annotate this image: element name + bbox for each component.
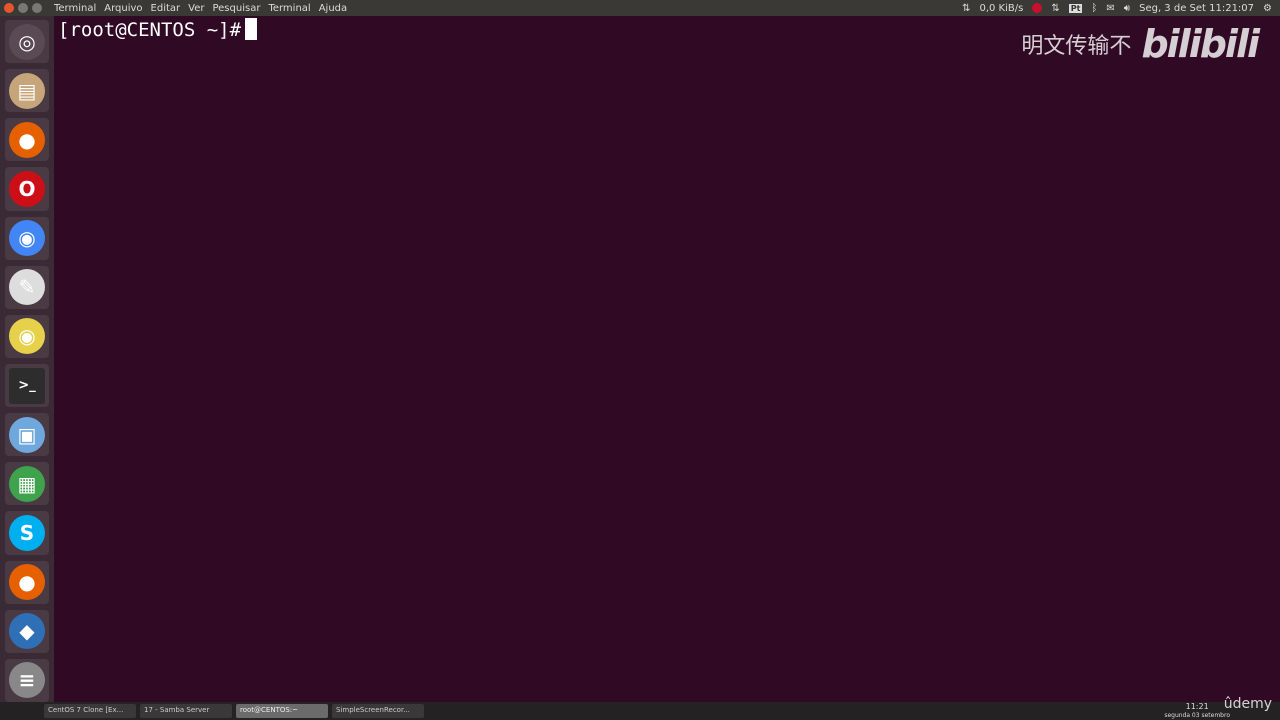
clock-time: 11:21	[1185, 702, 1209, 711]
firefox-icon-2: ●	[9, 564, 45, 601]
drive-icon: ≡	[9, 662, 45, 699]
task-terminal[interactable]: root@CENTOS:~	[236, 704, 328, 718]
launcher-item[interactable]: S	[5, 511, 49, 555]
terminal-window[interactable]: [root@CENTOS ~]#	[54, 16, 1280, 702]
menu-ver[interactable]: Ver	[188, 3, 204, 14]
launcher-item[interactable]: ◆	[5, 609, 49, 653]
terminal-icon: >_	[9, 367, 45, 404]
clock-date: segunda 03 setembro	[1164, 712, 1230, 719]
menu-terminal[interactable]: Terminal	[268, 3, 310, 14]
power-gear-icon[interactable]: ⚙	[1263, 3, 1272, 14]
chrome-icon: ◉	[9, 220, 45, 257]
skype-icon: S	[9, 514, 45, 551]
bluetooth-icon[interactable]: ᛒ	[1091, 3, 1097, 14]
minimize-window-button[interactable]	[18, 3, 28, 13]
task-samba-server[interactable]: 17 - Samba Server	[140, 704, 232, 718]
rhythmbox-icon: ◉	[9, 318, 45, 355]
volume-icon[interactable]: 🔊︎	[1124, 3, 1130, 14]
launcher-item[interactable]: ▣	[5, 413, 49, 457]
launcher-item[interactable]: ◉	[5, 216, 49, 260]
watermark: 明文传输不 bilibili	[1021, 22, 1260, 66]
menu-app-terminal[interactable]: Terminal	[54, 3, 96, 14]
close-window-button[interactable]	[4, 3, 14, 13]
launcher-item[interactable]: ≡	[5, 658, 49, 702]
watermark-text: 明文传输不	[1021, 34, 1132, 59]
top-panel: Terminal Arquivo Editar Ver Pesquisar Te…	[0, 0, 1280, 16]
menu-ajuda[interactable]: Ajuda	[319, 3, 347, 14]
launcher: ◎ ▤ ● O ◉ ✎ ◉ >_ ▣ ▦ S ● ◆ ≡	[0, 16, 54, 702]
spreadsheet-icon: ▦	[9, 465, 45, 502]
menu-editar[interactable]: Editar	[151, 3, 181, 14]
menu-arquivo[interactable]: Arquivo	[104, 3, 142, 14]
launcher-item[interactable]: ●	[5, 560, 49, 604]
launcher-item[interactable]: ◉	[5, 314, 49, 358]
ubuntu-dash-icon: ◎	[9, 23, 45, 60]
firefox-icon: ●	[9, 121, 45, 158]
launcher-item[interactable]: ✎	[5, 265, 49, 309]
opera-icon: O	[9, 170, 45, 207]
datetime[interactable]: Seg, 3 de Set 11:21:07	[1139, 3, 1254, 14]
launcher-item[interactable]: ◎	[5, 20, 49, 64]
bilibili-logo: bilibili	[1141, 22, 1260, 66]
taskbar-clock[interactable]: 11:21 segunda 03 setembro	[1164, 703, 1230, 720]
network-speed: 0,0 KiB/s	[979, 2, 1024, 14]
network-arrows-icon[interactable]: ⇅	[962, 3, 970, 14]
launcher-item[interactable]: ▦	[5, 462, 49, 506]
text-editor-icon: ✎	[9, 269, 45, 306]
terminal-cursor	[245, 18, 258, 40]
launcher-item[interactable]: ●	[5, 118, 49, 162]
keyboard-layout[interactable]: Pt	[1068, 3, 1083, 13]
image-viewer-icon: ▣	[9, 416, 45, 453]
taskbar: CentOS 7 Clone [Ex... 17 - Samba Server …	[0, 696, 1280, 720]
launcher-item[interactable]: >_	[5, 363, 49, 408]
udemy-logo: ûdemy	[1223, 696, 1272, 712]
mail-icon[interactable]: ✉	[1106, 3, 1114, 14]
network-icon[interactable]: ⇅	[1051, 3, 1059, 14]
record-icon[interactable]	[1032, 3, 1043, 13]
task-centos-clone[interactable]: CentOS 7 Clone [Ex...	[44, 704, 136, 718]
maximize-window-button[interactable]	[32, 3, 42, 13]
menu-bar: Terminal Arquivo Editar Ver Pesquisar Te…	[46, 3, 347, 14]
task-screen-recorder[interactable]: SimpleScreenRecor...	[332, 704, 424, 718]
virtualbox-icon: ◆	[9, 613, 45, 650]
system-tray: ⇅ 0,0 KiB/s ⇅ Pt ᛒ ✉ 🔊︎ Seg, 3 de Set 11…	[962, 0, 1272, 16]
terminal-prompt: [root@CENTOS ~]#	[58, 19, 242, 41]
menu-pesquisar[interactable]: Pesquisar	[212, 3, 260, 14]
files-icon: ▤	[9, 72, 45, 109]
launcher-item[interactable]: ▤	[5, 69, 49, 113]
launcher-item[interactable]: O	[5, 167, 49, 211]
